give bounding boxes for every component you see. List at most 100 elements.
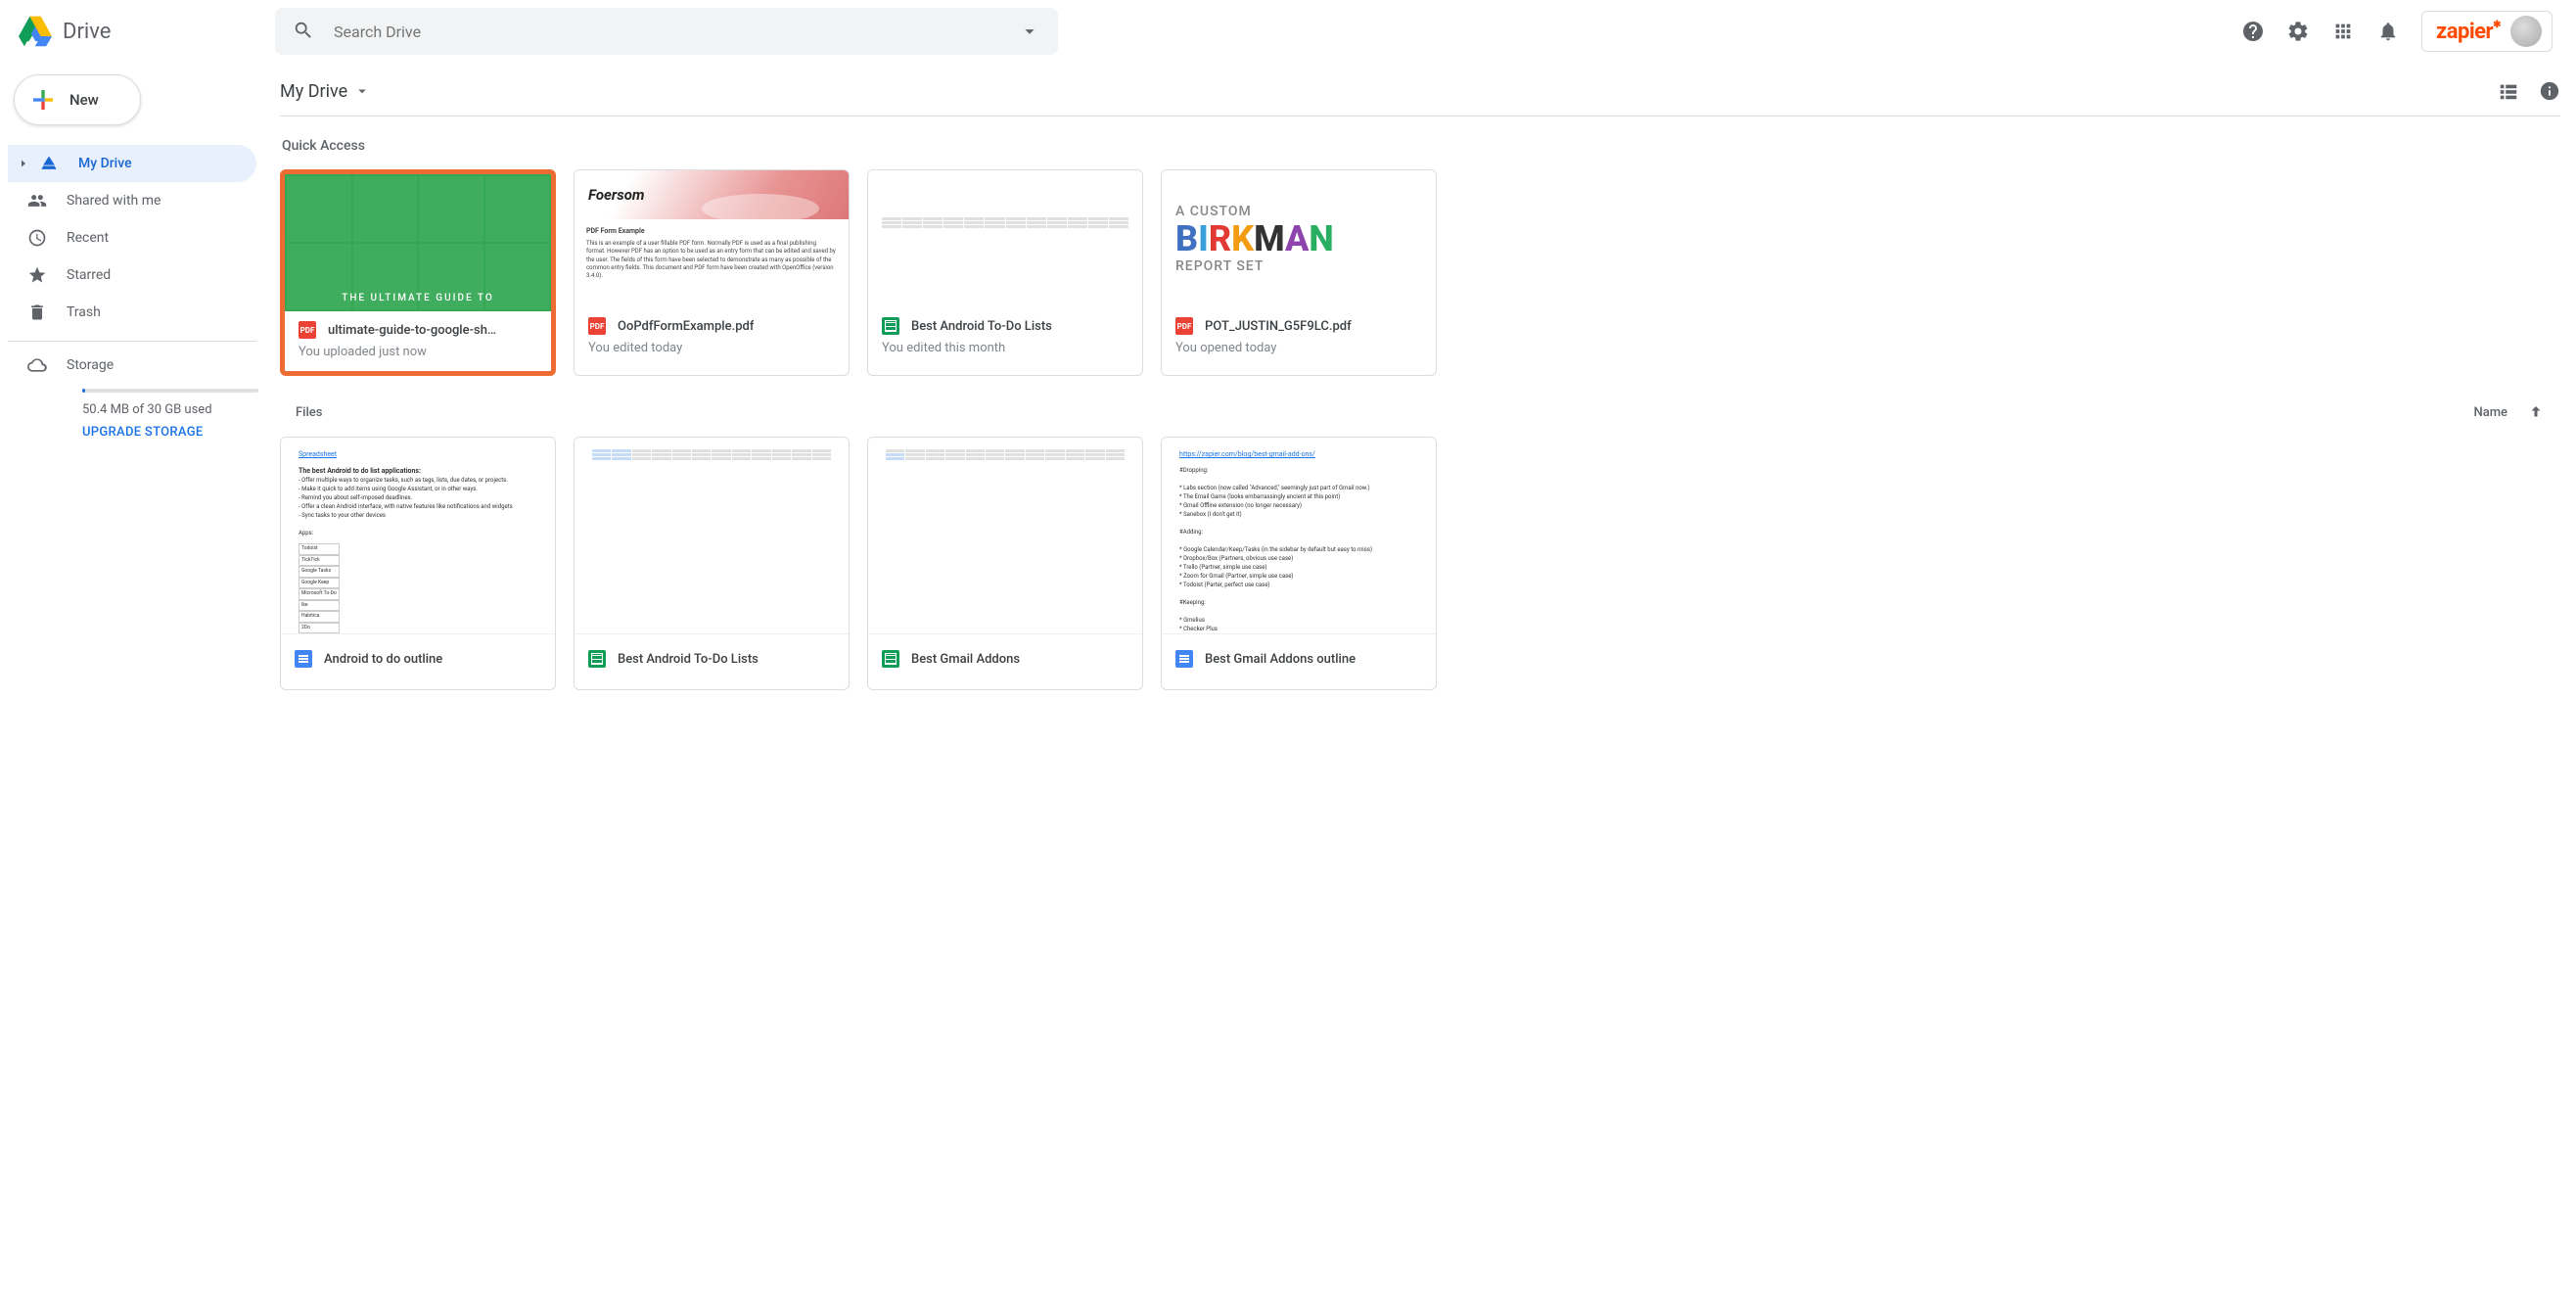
file-name: ultimate-guide-to-google-sh… bbox=[328, 323, 496, 338]
thumb-line1: A CUSTOM bbox=[1175, 204, 1252, 219]
search-box[interactable] bbox=[275, 8, 1058, 55]
main-content: My Drive Quick Access THE ULTIMATE GUIDE… bbox=[256, 63, 2576, 690]
search-options-dropdown-icon[interactable] bbox=[1019, 21, 1040, 42]
file-thumbnail: Foersom PDF Form Example This is an examp… bbox=[575, 170, 849, 307]
files-grid: Spreadsheet The best Android to do list … bbox=[280, 437, 2560, 690]
quick-access-grid: THE ULTIMATE GUIDE TO PDF ultimate-guide-… bbox=[280, 169, 2560, 376]
file-name: OoPdfFormExample.pdf bbox=[618, 319, 754, 334]
file-card[interactable]: https://zapier.com/blog/best-gmail-add-o… bbox=[1161, 437, 1437, 690]
storage-used-text: 50.4 MB of 30 GB used bbox=[82, 402, 256, 417]
search-icon[interactable] bbox=[293, 20, 316, 43]
thumb-body-text: This is an example of a user fillable PD… bbox=[586, 240, 836, 280]
quick-access-card[interactable]: Foersom PDF Form Example This is an examp… bbox=[574, 169, 850, 376]
file-card[interactable]: Best Android To-Do Lists bbox=[574, 437, 850, 690]
file-card[interactable]: Best Gmail Addons bbox=[867, 437, 1143, 690]
nav-label: Shared with me bbox=[67, 193, 161, 209]
file-thumbnail: THE ULTIMATE GUIDE TO bbox=[285, 174, 551, 311]
list-view-icon[interactable] bbox=[2498, 80, 2519, 102]
sort-label: Name bbox=[2473, 405, 2507, 420]
files-header: Files Name bbox=[296, 403, 2545, 421]
storage-label: Storage bbox=[67, 357, 114, 373]
sheets-icon bbox=[882, 650, 899, 668]
thumb-line3: REPORT SET bbox=[1175, 258, 1264, 274]
upgrade-storage-link[interactable]: UPGRADE STORAGE bbox=[82, 425, 256, 440]
nav-label: My Drive bbox=[78, 156, 132, 171]
clock-icon bbox=[27, 228, 47, 248]
cloud-icon bbox=[27, 355, 47, 375]
sheets-icon bbox=[588, 650, 606, 668]
file-thumbnail bbox=[575, 438, 849, 633]
top-icons: zapier✱ bbox=[2241, 11, 2553, 52]
apps-grid-icon[interactable] bbox=[2331, 20, 2355, 43]
nav-label: Recent bbox=[67, 230, 109, 246]
quick-access-card[interactable]: THE ULTIMATE GUIDE TO PDF ultimate-guide-… bbox=[280, 169, 556, 376]
plus-icon bbox=[28, 85, 58, 115]
expand-icon[interactable] bbox=[18, 158, 29, 169]
file-subtitle: You edited today bbox=[588, 341, 835, 355]
file-name: Best Gmail Addons outline bbox=[1205, 652, 1356, 667]
file-thumbnail bbox=[868, 170, 1142, 307]
divider bbox=[8, 341, 256, 342]
quick-access-card[interactable]: Best Android To-Do Lists You edited this… bbox=[867, 169, 1143, 376]
sort-arrow-up-icon bbox=[2527, 403, 2545, 421]
file-thumbnail: Spreadsheet The best Android to do list … bbox=[281, 438, 555, 633]
docs-icon bbox=[1175, 650, 1193, 668]
thumb-line2: BIRKMAN bbox=[1175, 221, 1334, 257]
quick-access-title: Quick Access bbox=[282, 138, 2560, 154]
trash-icon bbox=[27, 303, 47, 322]
file-subtitle: You opened today bbox=[1175, 341, 1422, 355]
top-bar: Drive zapier✱ bbox=[0, 0, 2576, 63]
file-card[interactable]: Spreadsheet The best Android to do list … bbox=[280, 437, 556, 690]
nav-storage[interactable]: Storage bbox=[27, 355, 256, 375]
help-icon[interactable] bbox=[2241, 20, 2265, 43]
thumb-body-title: PDF Form Example bbox=[586, 227, 837, 237]
file-subtitle: You edited this month bbox=[882, 341, 1128, 355]
star-icon bbox=[27, 265, 47, 285]
file-name: Best Android To-Do Lists bbox=[911, 319, 1052, 334]
path-bar: My Drive bbox=[280, 63, 2560, 117]
drive-icon bbox=[39, 154, 59, 173]
new-button-label: New bbox=[69, 91, 99, 109]
nav-label: Starred bbox=[67, 267, 111, 283]
people-icon bbox=[27, 191, 47, 210]
nav-trash[interactable]: Trash bbox=[8, 294, 256, 331]
thumb-brand: Foersom bbox=[588, 186, 645, 204]
drive-logo-icon bbox=[16, 12, 55, 51]
file-name: Best Gmail Addons bbox=[911, 652, 1020, 667]
file-subtitle: You uploaded just now bbox=[299, 345, 537, 359]
brand-label: zapier✱ bbox=[2436, 20, 2501, 44]
file-name: POT_JUSTIN_G5F9LC.pdf bbox=[1205, 319, 1352, 334]
nav-label: Trash bbox=[67, 304, 101, 320]
file-thumbnail: https://zapier.com/blog/best-gmail-add-o… bbox=[1162, 438, 1436, 633]
docs-icon bbox=[295, 650, 312, 668]
breadcrumb-label: My Drive bbox=[280, 81, 347, 102]
pdf-icon: PDF bbox=[588, 317, 606, 335]
file-name: Best Android To-Do Lists bbox=[618, 652, 759, 667]
sheets-icon bbox=[882, 317, 899, 335]
logo-area[interactable]: Drive bbox=[16, 12, 275, 51]
storage-section: Storage 50.4 MB of 30 GB used UPGRADE ST… bbox=[8, 351, 256, 440]
user-avatar[interactable] bbox=[2510, 16, 2542, 47]
pdf-icon: PDF bbox=[299, 321, 316, 339]
new-button[interactable]: New bbox=[14, 74, 141, 125]
quick-access-card[interactable]: A CUSTOM BIRKMAN REPORT SET PDF POT_JUSTI… bbox=[1161, 169, 1437, 376]
storage-bar bbox=[82, 389, 258, 393]
pdf-icon: PDF bbox=[1175, 317, 1193, 335]
file-thumbnail bbox=[868, 438, 1142, 633]
nav-starred[interactable]: Starred bbox=[8, 257, 256, 294]
search-input[interactable] bbox=[334, 23, 1019, 41]
nav-recent[interactable]: Recent bbox=[8, 219, 256, 257]
account-brand-button[interactable]: zapier✱ bbox=[2421, 11, 2553, 52]
notifications-bell-icon[interactable] bbox=[2376, 20, 2400, 43]
thumb-caption: THE ULTIMATE GUIDE TO bbox=[342, 293, 494, 303]
files-section-title: Files bbox=[296, 405, 322, 420]
settings-gear-icon[interactable] bbox=[2286, 20, 2310, 43]
nav-my-drive[interactable]: My Drive bbox=[8, 145, 256, 182]
file-thumbnail: A CUSTOM BIRKMAN REPORT SET bbox=[1162, 170, 1436, 307]
info-icon[interactable] bbox=[2539, 80, 2560, 102]
nav-shared-with-me[interactable]: Shared with me bbox=[8, 182, 256, 219]
sort-control[interactable]: Name bbox=[2473, 403, 2545, 421]
sidebar: New My Drive Shared with me Recent Starr… bbox=[0, 63, 256, 690]
file-name: Android to do outline bbox=[324, 652, 442, 667]
breadcrumb[interactable]: My Drive bbox=[280, 81, 371, 102]
